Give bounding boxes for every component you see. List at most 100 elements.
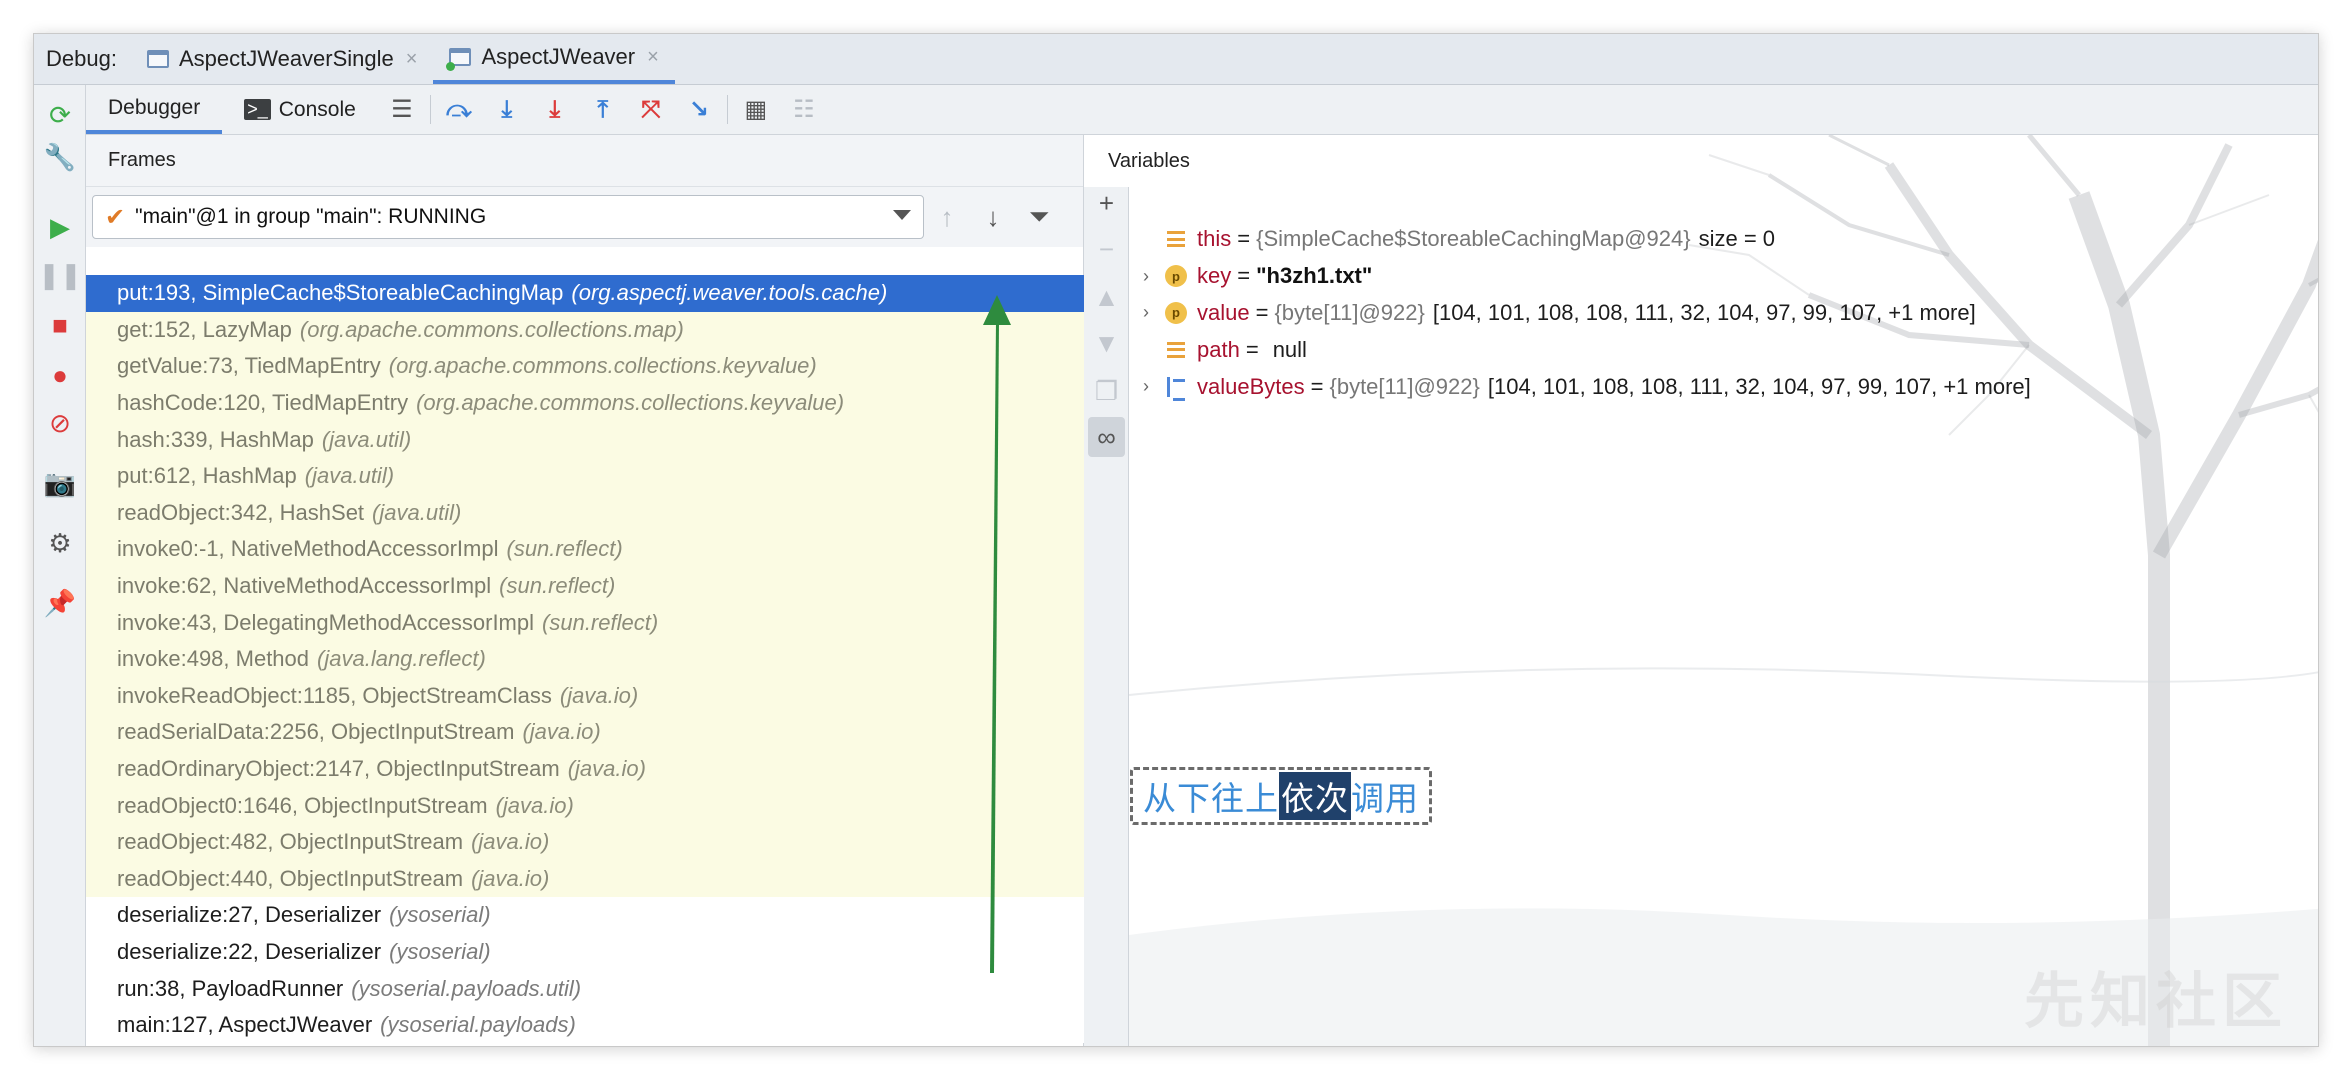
frame-row[interactable]: hashCode:120, TiedMapEntry (org.apache.co… bbox=[86, 384, 1084, 422]
wrench-icon[interactable]: 🔧 bbox=[34, 137, 86, 177]
frame-row[interactable]: readObject:342, HashSet (java.util) bbox=[86, 494, 1084, 532]
frame-row[interactable]: readObject0:1646, ObjectInputStream (java… bbox=[86, 787, 1084, 824]
variable-name: path bbox=[1197, 336, 1240, 362]
check-icon: ✔ bbox=[105, 203, 126, 231]
previous-frame-icon[interactable]: ↑ bbox=[924, 195, 970, 239]
variable-equals: = bbox=[1310, 373, 1324, 399]
frame-row[interactable]: invokeReadObject:1185, ObjectStreamClass… bbox=[86, 677, 1084, 715]
annotation-text: 从下往上 bbox=[1143, 780, 1279, 817]
frame-package: (java.io) bbox=[471, 865, 550, 891]
copy-icon[interactable]: ❐ bbox=[1084, 371, 1129, 411]
frame-row[interactable]: put:612, HashMap (java.util) bbox=[86, 457, 1084, 495]
frame-row[interactable]: deserialize:27, Deserializer (ysoserial) bbox=[86, 897, 1084, 934]
frame-method: readObject:482, ObjectInputStream bbox=[117, 829, 464, 855]
step-out-icon[interactable]: ⤒ bbox=[579, 85, 627, 134]
param-icon: p bbox=[1165, 301, 1187, 324]
frames-panel: Frames ✔ "main"@1 in group "main": RUNNI… bbox=[86, 135, 1084, 1046]
tab-debugger[interactable]: Debugger bbox=[86, 85, 223, 134]
move-up-icon[interactable]: ▲ bbox=[1084, 277, 1129, 317]
resume-icon[interactable]: ▶ bbox=[34, 207, 86, 247]
glasses-icon[interactable]: ∞ bbox=[1088, 417, 1125, 457]
left-debug-toolbar: ⟳ 🔧 ▶ ❚❚ ■ ● ⊘ 📷 ⚙ 📌 bbox=[34, 85, 86, 1046]
frame-package: (java.io) bbox=[471, 829, 550, 855]
frame-method: run:38, PayloadRunner bbox=[117, 975, 344, 1001]
frame-row[interactable]: readOrdinaryObject:2147, ObjectInputStre… bbox=[86, 750, 1084, 788]
frame-row[interactable]: run:38, PayloadRunner (ysoserial.payloads… bbox=[86, 970, 1084, 1007]
pause-icon[interactable]: ❚❚ bbox=[34, 255, 86, 295]
thread-select[interactable]: ✔ "main"@1 in group "main": RUNNING bbox=[92, 195, 924, 239]
chevron-right-icon[interactable]: › bbox=[1143, 376, 1165, 397]
frame-method: readSerialData:2256, ObjectInputStream bbox=[117, 719, 515, 745]
view-breakpoints-icon[interactable]: ● bbox=[34, 355, 86, 395]
variables-header: Variables bbox=[1108, 149, 1190, 172]
variable-row[interactable]: › valueBytes = {byte[11]@922} [104, 101, 108… bbox=[1129, 368, 2318, 405]
variable-type: {byte[11]@922} bbox=[1329, 373, 1480, 399]
tab-aspectjweaver[interactable]: AspectJWeaver × bbox=[433, 34, 675, 84]
frame-package: (sun.reflect) bbox=[499, 573, 616, 599]
frame-row[interactable]: readObject:440, ObjectInputStream (java.i… bbox=[86, 860, 1084, 898]
variable-row[interactable]: › p key = "h3zh1.txt" bbox=[1129, 258, 2318, 295]
frame-method: readObject:440, ObjectInputStream bbox=[117, 865, 464, 891]
chevron-right-icon[interactable]: › bbox=[1143, 302, 1165, 323]
annotation-text: 调用 bbox=[1351, 780, 1419, 817]
variable-equals: = bbox=[1237, 226, 1251, 252]
frame-row[interactable]: getValue:73, TiedMapEntry (org.apache.com… bbox=[86, 348, 1084, 385]
frame-row[interactable]: main:127, AspectJWeaver (ysoserial.payloa… bbox=[86, 1006, 1084, 1044]
tab-console[interactable]: >_ Console bbox=[222, 85, 378, 134]
frame-method: invokeReadObject:1185, ObjectStreamClass bbox=[117, 682, 552, 708]
camera-icon[interactable]: 📷 bbox=[34, 463, 86, 503]
frame-row[interactable]: deserialize:22, Deserializer (ysoserial) bbox=[86, 933, 1084, 971]
frame-row[interactable]: invoke:498, Method (java.lang.reflect) bbox=[86, 640, 1084, 678]
pin-icon[interactable]: 📌 bbox=[34, 583, 86, 623]
step-into-icon[interactable]: ⤓ bbox=[483, 85, 531, 134]
frame-row[interactable]: invoke:62, NativeMethodAccessorImpl (sun.… bbox=[86, 567, 1084, 605]
drop-frame-icon[interactable]: ⤧ bbox=[627, 85, 675, 134]
variable-value: null bbox=[1272, 336, 1307, 362]
settings-icon[interactable]: ⚙ bbox=[34, 523, 86, 563]
frames-list: put:193, SimpleCache$StoreableCachingMap… bbox=[86, 275, 1084, 1044]
annotation-highlight: 依次 bbox=[1279, 772, 1351, 820]
add-watch-icon[interactable]: + bbox=[1084, 183, 1129, 223]
variable-equals: = bbox=[1237, 263, 1251, 289]
force-step-into-icon[interactable]: ⤓ bbox=[531, 85, 579, 134]
frame-row[interactable]: hash:339, HashMap (java.util) bbox=[86, 421, 1084, 458]
debug-tab-bar: Debug: AspectJWeaverSingle × AspectJWeav… bbox=[34, 34, 2318, 85]
evaluate-expression-icon[interactable]: ▦ bbox=[732, 85, 780, 134]
stop-icon[interactable]: ■ bbox=[34, 305, 86, 345]
frame-row[interactable]: readSerialData:2256, ObjectInputStream (j… bbox=[86, 714, 1084, 751]
trace-icon[interactable]: ☷ bbox=[780, 85, 828, 134]
frame-package: (org.apache.commons.collections.map) bbox=[299, 316, 684, 342]
next-frame-icon[interactable]: ↓ bbox=[970, 195, 1016, 239]
remove-watch-icon[interactable]: − bbox=[1084, 229, 1129, 269]
frame-package: (java.lang.reflect) bbox=[317, 646, 486, 672]
frame-method: invoke:62, NativeMethodAccessorImpl bbox=[117, 573, 492, 599]
frame-row-selected[interactable]: put:193, SimpleCache$StoreableCachingMap… bbox=[86, 275, 1084, 312]
run-to-cursor-icon[interactable]: ↘ bbox=[675, 85, 723, 134]
variable-row[interactable]: path = null bbox=[1129, 331, 2318, 368]
frame-method: deserialize:22, Deserializer bbox=[117, 938, 382, 964]
frame-row[interactable]: invoke:43, DelegatingMethodAccessorImpl (… bbox=[86, 604, 1084, 641]
frame-package: (java.io) bbox=[567, 756, 646, 782]
menu-icon[interactable]: ☰ bbox=[378, 85, 426, 134]
frame-row[interactable]: invoke0:-1, NativeMethodAccessorImpl (sun… bbox=[86, 531, 1084, 568]
move-down-icon[interactable]: ▼ bbox=[1084, 323, 1129, 363]
variable-value: [104, 101, 108, 108, 111, 32, 104, 97, 9… bbox=[1487, 373, 2031, 399]
frame-package: (org.apache.commons.collections.keyvalue… bbox=[416, 390, 845, 416]
frame-row[interactable]: get:152, LazyMap (org.apache.commons.coll… bbox=[86, 311, 1084, 349]
rerun-icon[interactable]: ⟳ bbox=[34, 95, 86, 135]
field-icon bbox=[1165, 339, 1187, 361]
filter-icon[interactable]: ⏷ bbox=[1016, 195, 1062, 239]
tab-aspectjweaversingle[interactable]: AspectJWeaverSingle × bbox=[131, 34, 434, 84]
run-config-icon bbox=[446, 48, 472, 71]
step-over-icon[interactable]: ⤼ bbox=[435, 85, 483, 134]
mute-breakpoints-icon[interactable]: ⊘ bbox=[34, 403, 86, 443]
debug-label: Debug: bbox=[46, 46, 117, 71]
frame-row[interactable]: readObject:482, ObjectInputStream (java.i… bbox=[86, 823, 1084, 861]
variable-row[interactable]: › p value = {byte[11]@922} [104, 101, 108, 10… bbox=[1129, 295, 2318, 332]
close-icon[interactable]: × bbox=[406, 48, 418, 71]
variable-row[interactable]: this = {SimpleCache$StoreableCachingMap@92… bbox=[1129, 221, 2318, 258]
variable-equals: = bbox=[1245, 336, 1259, 362]
frame-package: (org.aspectj.weaver.tools.cache) bbox=[571, 280, 888, 306]
close-icon[interactable]: × bbox=[647, 46, 659, 69]
chevron-right-icon[interactable]: › bbox=[1143, 266, 1165, 287]
